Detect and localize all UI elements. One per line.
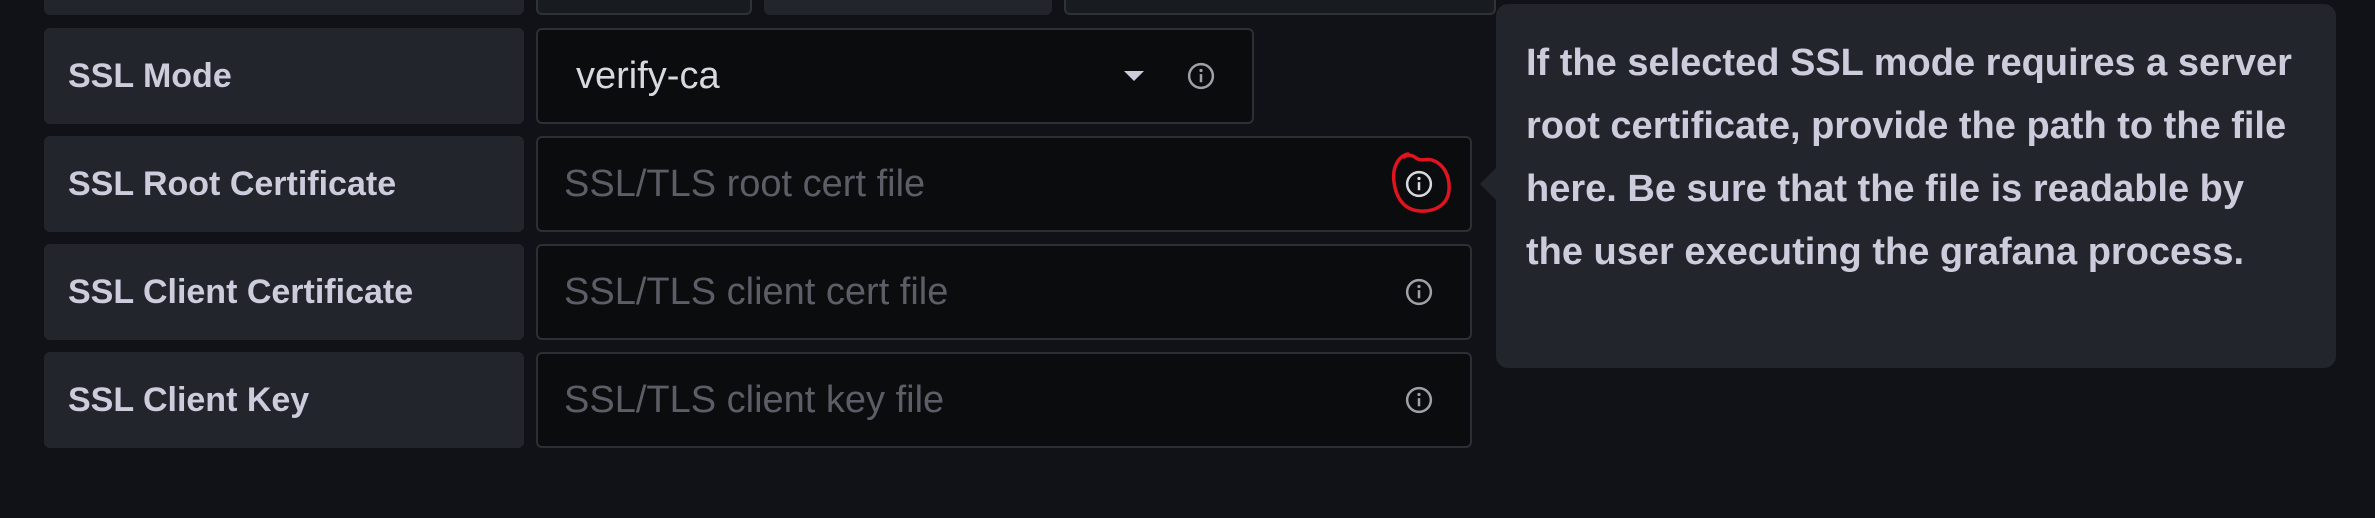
chevron-down-icon[interactable] <box>1124 71 1144 81</box>
ssl-root-certificate-placeholder: SSL/TLS root cert file <box>564 162 926 205</box>
ssl-mode-label: SSL Mode <box>44 28 524 124</box>
ssl-root-certificate-input[interactable]: SSL/TLS root cert file <box>536 136 1472 232</box>
info-icon[interactable] <box>1404 277 1434 307</box>
tooltip-text: If the selected SSL mode requires a serv… <box>1526 42 2292 273</box>
cropped-field-1 <box>44 0 524 15</box>
ssl-root-certificate-label-text: SSL Root Certificate <box>68 164 397 203</box>
ssl-mode-select[interactable]: verify-ca <box>536 28 1254 124</box>
ssl-mode-label-text: SSL Mode <box>68 56 232 95</box>
cropped-field-4 <box>1064 0 1496 15</box>
info-tooltip: If the selected SSL mode requires a serv… <box>1496 4 2336 368</box>
info-icon[interactable] <box>1404 385 1434 415</box>
cropped-field-2 <box>536 0 752 15</box>
info-icon[interactable] <box>1404 169 1434 199</box>
ssl-client-key-label: SSL Client Key <box>44 352 524 448</box>
info-icon[interactable] <box>1186 61 1216 91</box>
ssl-settings-panel: SSL Mode verify-ca SSL Root Certificate … <box>0 0 2375 518</box>
ssl-mode-value: verify-ca <box>576 54 720 97</box>
ssl-client-certificate-label: SSL Client Certificate <box>44 244 524 340</box>
ssl-client-key-input[interactable]: SSL/TLS client key file <box>536 352 1472 448</box>
ssl-client-key-label-text: SSL Client Key <box>68 380 310 419</box>
cropped-field-3 <box>764 0 1052 15</box>
ssl-client-certificate-placeholder: SSL/TLS client cert file <box>564 270 949 313</box>
ssl-client-certificate-input[interactable]: SSL/TLS client cert file <box>536 244 1472 340</box>
ssl-client-certificate-label-text: SSL Client Certificate <box>68 272 414 311</box>
tooltip-arrow <box>1480 168 1496 200</box>
ssl-client-key-placeholder: SSL/TLS client key file <box>564 378 945 421</box>
ssl-root-certificate-label: SSL Root Certificate <box>44 136 524 232</box>
